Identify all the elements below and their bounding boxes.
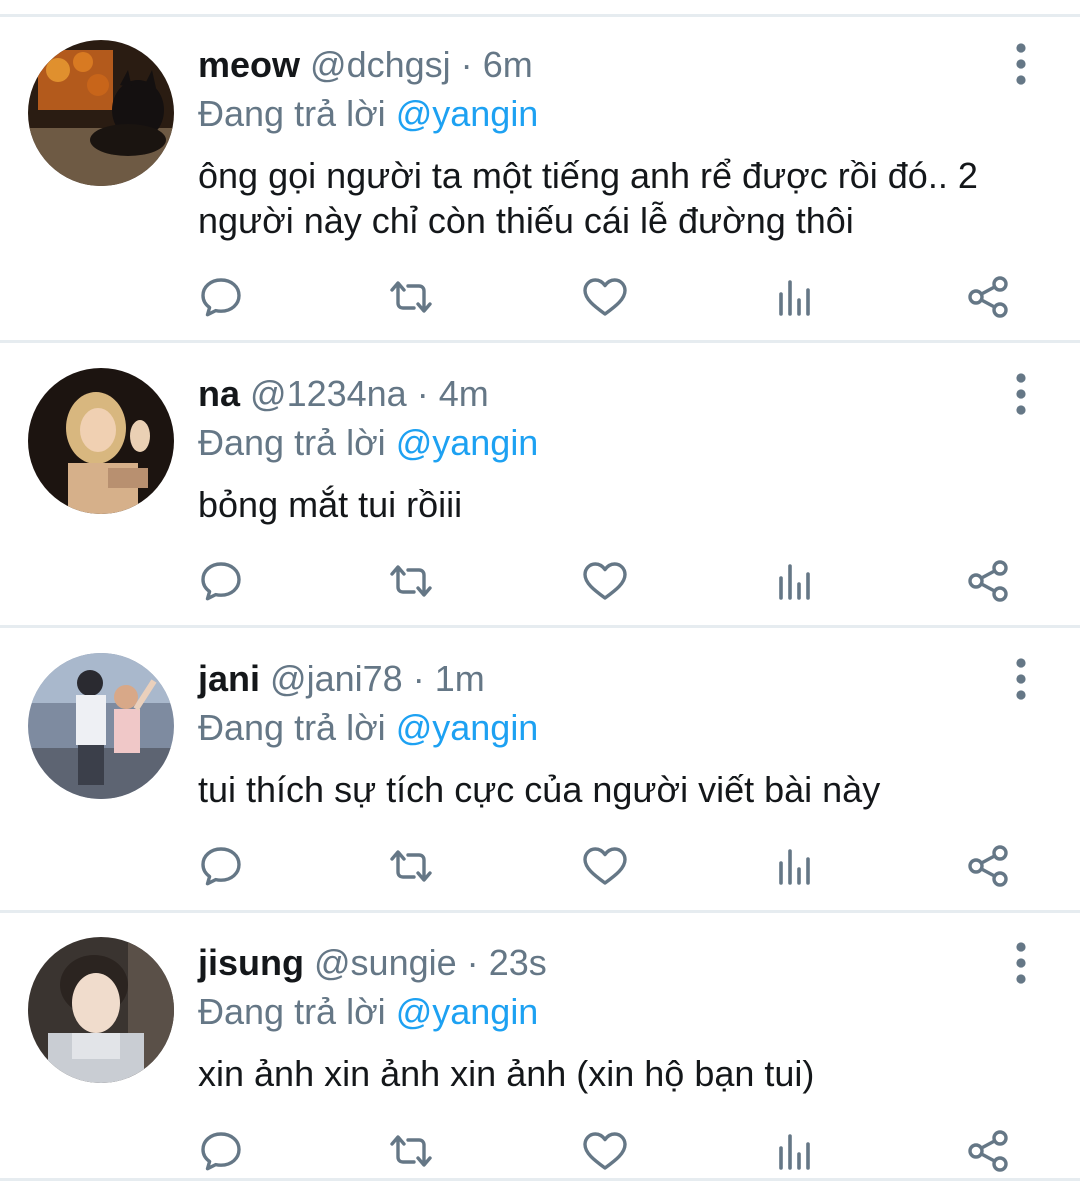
timestamp[interactable]: 23s: [489, 942, 547, 983]
share-icon: [968, 845, 1008, 887]
replying-to: Đang trả lời @yangin: [198, 706, 538, 750]
more-options-button[interactable]: [1004, 372, 1038, 416]
avatar[interactable]: [28, 937, 174, 1083]
share-button[interactable]: [964, 1126, 1014, 1176]
display-name[interactable]: jisung: [198, 942, 304, 983]
reply-text-line: người này chỉ còn thiếu cái lễ đường thô…: [198, 200, 854, 241]
divider: [0, 14, 1080, 17]
like-button[interactable]: [580, 556, 630, 606]
analytics-button[interactable]: [771, 556, 821, 606]
reply-header: meow @dchgsj · 6m: [198, 43, 533, 87]
share-button[interactable]: [964, 272, 1014, 322]
separator-dot: ·: [416, 373, 429, 414]
share-icon: [968, 276, 1008, 318]
heart-icon: [583, 278, 627, 316]
share-button[interactable]: [964, 841, 1014, 891]
analytics-icon: [779, 280, 810, 316]
user-handle[interactable]: @sungie: [314, 942, 457, 983]
more-options-button[interactable]: [1004, 941, 1038, 985]
display-name[interactable]: na: [198, 373, 240, 414]
reply-header: na @1234na · 4m: [198, 372, 489, 416]
retweet-icon: [390, 1135, 432, 1167]
avatar[interactable]: [28, 40, 174, 186]
replying-to-label: Đang trả lời: [198, 707, 386, 748]
timestamp[interactable]: 6m: [483, 44, 533, 85]
analytics-button[interactable]: [771, 1126, 821, 1176]
comment-icon: [201, 847, 241, 886]
replying-to-label: Đang trả lời: [198, 93, 386, 134]
replying-to-mention[interactable]: @yangin: [396, 991, 539, 1032]
more-vertical-icon: [1016, 373, 1026, 415]
like-button[interactable]: [580, 1126, 630, 1176]
timestamp[interactable]: 1m: [435, 658, 485, 699]
retweet-icon: [390, 850, 432, 882]
avatar[interactable]: [28, 653, 174, 799]
reply-button[interactable]: [196, 1126, 246, 1176]
comment-icon: [201, 278, 241, 317]
more-vertical-icon: [1016, 658, 1026, 700]
divider: [0, 910, 1080, 913]
divider: [0, 625, 1080, 628]
more-vertical-icon: [1016, 43, 1026, 85]
analytics-icon: [779, 849, 810, 885]
more-options-button[interactable]: [1004, 42, 1038, 86]
more-vertical-icon: [1016, 942, 1026, 984]
replying-to-mention[interactable]: @yangin: [396, 93, 539, 134]
reply-text-line: tui thích sự tích cực của người viết bài…: [198, 769, 881, 810]
heart-icon: [583, 1132, 627, 1170]
replying-to: Đang trả lời @yangin: [198, 421, 538, 465]
reply-button[interactable]: [196, 556, 246, 606]
replying-to-label: Đang trả lời: [198, 991, 386, 1032]
replying-to: Đang trả lời @yangin: [198, 92, 538, 136]
reply-text-line: xin ảnh xin ảnh xin ảnh (xin hộ bạn tui): [198, 1053, 815, 1094]
reply-text: ông gọi người ta một tiếng anh rể được r…: [198, 153, 1058, 243]
reply-text-line: ông gọi người ta một tiếng anh rể được r…: [198, 155, 978, 196]
user-handle[interactable]: @dchgsj: [310, 44, 451, 85]
user-handle[interactable]: @jani78: [270, 658, 403, 699]
separator-dot: ·: [466, 942, 479, 983]
analytics-button[interactable]: [771, 841, 821, 891]
user-handle[interactable]: @1234na: [250, 373, 407, 414]
retweet-icon: [390, 281, 432, 313]
replying-to-mention[interactable]: @yangin: [396, 707, 539, 748]
reply-text: xin ảnh xin ảnh xin ảnh (xin hộ bạn tui): [198, 1051, 1058, 1096]
reply-feed: meow @dchgsj · 6m Đang trả lời @yangin ô…: [0, 0, 1080, 1181]
reply-text-line: bỏng mắt tui rồiii: [198, 484, 463, 525]
avatar[interactable]: [28, 368, 174, 514]
like-button[interactable]: [580, 841, 630, 891]
comment-icon: [201, 1132, 241, 1171]
divider: [0, 340, 1080, 343]
separator-dot: ·: [412, 658, 425, 699]
reply-text: bỏng mắt tui rồiii: [198, 482, 1058, 527]
retweet-icon: [390, 565, 432, 597]
comment-icon: [201, 562, 241, 601]
retweet-button[interactable]: [386, 1126, 436, 1176]
replying-to: Đang trả lời @yangin: [198, 990, 538, 1034]
heart-icon: [583, 847, 627, 885]
display-name[interactable]: jani: [198, 658, 260, 699]
analytics-button[interactable]: [771, 272, 821, 322]
reply-button[interactable]: [196, 272, 246, 322]
retweet-button[interactable]: [386, 841, 436, 891]
retweet-button[interactable]: [386, 272, 436, 322]
reply-button[interactable]: [196, 841, 246, 891]
more-options-button[interactable]: [1004, 657, 1038, 701]
separator-dot: ·: [460, 44, 473, 85]
replying-to-mention[interactable]: @yangin: [396, 422, 539, 463]
reply-header: jani @jani78 · 1m: [198, 657, 485, 701]
timestamp[interactable]: 4m: [439, 373, 489, 414]
reply-header: jisung @sungie · 23s: [198, 941, 547, 985]
replying-to-label: Đang trả lời: [198, 422, 386, 463]
share-icon: [968, 1130, 1008, 1172]
like-button[interactable]: [580, 272, 630, 322]
reply-text: tui thích sự tích cực của người viết bài…: [198, 767, 1058, 812]
retweet-button[interactable]: [386, 556, 436, 606]
share-icon: [968, 560, 1008, 602]
share-button[interactable]: [964, 556, 1014, 606]
analytics-icon: [779, 1134, 810, 1170]
display-name[interactable]: meow: [198, 44, 300, 85]
heart-icon: [583, 562, 627, 600]
analytics-icon: [779, 564, 810, 600]
